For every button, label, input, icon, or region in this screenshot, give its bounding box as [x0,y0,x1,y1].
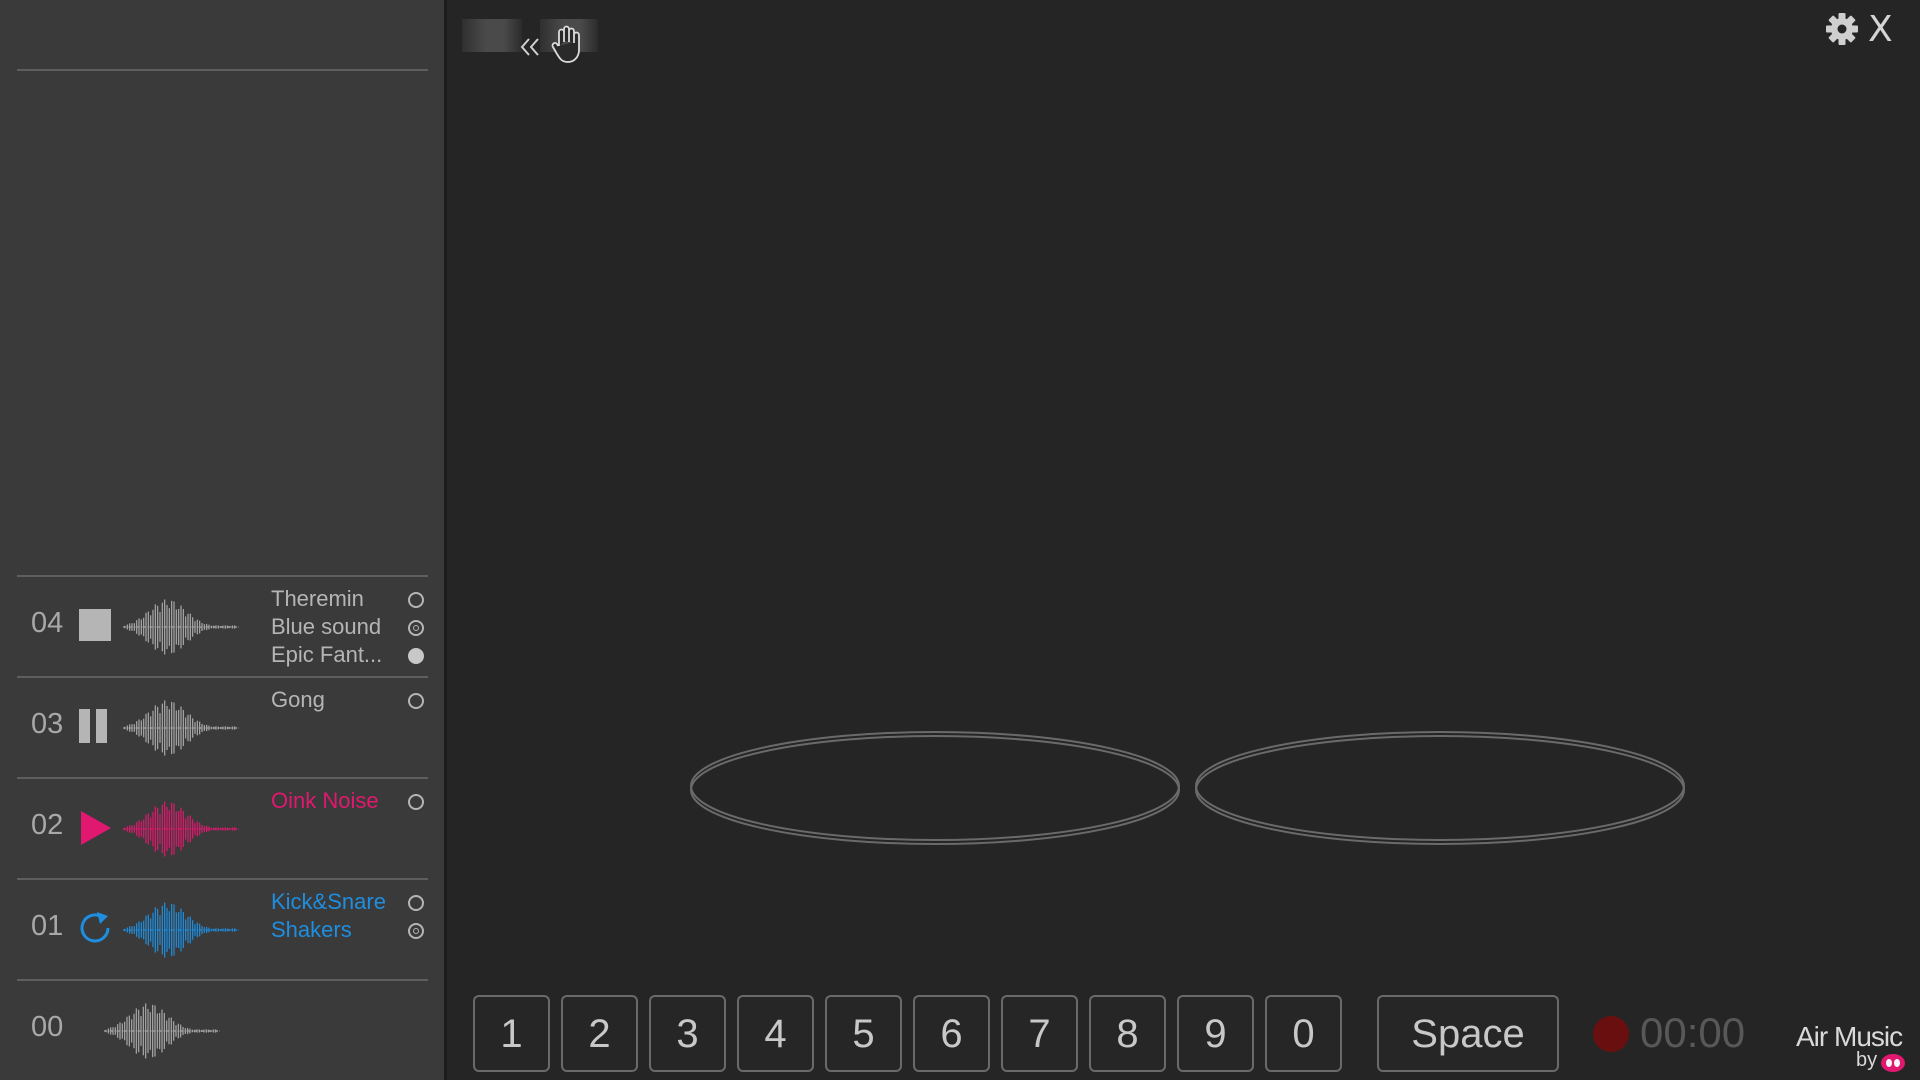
sound-label: Oink Noise [271,788,379,813]
key-3[interactable]: 3 [649,995,726,1072]
key-9[interactable]: 9 [1177,995,1254,1072]
sound-list: Theremin Blue sound Epic Fant... [271,585,424,669]
sound-label: Theremin [271,586,364,611]
track-number: 02 [31,809,64,841]
toolbar-block [462,19,522,52]
sound-list: Kick&Snare Shakers [271,888,424,944]
track-row-04[interactable]: 04 Theremin Blue sound Epic Fant... [17,575,428,676]
sound-radio-empty-icon[interactable] [408,693,424,709]
track-number: 03 [31,708,64,740]
sound-label: Epic Fant... [271,642,383,667]
sound-radio-target-icon[interactable] [408,620,424,636]
waveform-icon [123,700,239,756]
key-8[interactable]: 8 [1089,995,1166,1072]
sound-item-theremin[interactable]: Theremin [271,585,424,613]
sound-item-blue-sound[interactable]: Blue sound [271,613,424,641]
sound-radio-empty-icon[interactable] [408,794,424,810]
sound-label: Shakers [271,917,352,942]
sound-radio-target-icon[interactable] [408,923,424,939]
key-5[interactable]: 5 [825,995,902,1072]
air-music-app: 04 Theremin Blue sound Epic Fant... 03 G… [0,0,1920,1080]
sound-radio-empty-icon[interactable] [408,895,424,911]
key-2[interactable]: 2 [561,995,638,1072]
key-0[interactable]: 0 [1265,995,1342,1072]
sound-label: Blue sound [271,614,382,639]
loop-icon[interactable] [75,908,115,948]
key-4[interactable]: 4 [737,995,814,1072]
sound-item-kick-snare[interactable]: Kick&Snare [271,888,424,916]
record-timer: 00:00 [1640,1009,1746,1056]
sound-radio-filled-icon[interactable] [408,648,424,664]
sidebar-border [444,0,447,1080]
brand-by-text: by [1856,1049,1878,1071]
sound-item-epic-fant[interactable]: Epic Fant... [271,641,424,669]
sound-list: Gong [271,686,424,714]
double-chevron-left-icon[interactable] [517,34,543,60]
gear-icon[interactable] [1825,12,1859,46]
track-sidebar: 04 Theremin Blue sound Epic Fant... 03 G… [0,0,444,1080]
sidebar-divider-line [17,69,428,71]
record-button[interactable] [1593,1016,1629,1052]
waveform-icon [123,801,239,857]
waveform-icon [104,1003,220,1059]
hand-icon[interactable] [548,24,582,64]
key-6[interactable]: 6 [913,995,990,1072]
sound-item-oink-noise[interactable]: Oink Noise [271,787,424,815]
track-number: 01 [31,910,64,942]
track-row-01[interactable]: 01 Kick&Snare Shakers [17,878,428,979]
waveform-icon [123,599,239,655]
pause-icon[interactable] [75,706,115,746]
track-row-03[interactable]: 03 Gong [17,676,428,777]
sound-label: Kick&Snare [271,889,386,914]
track-row-00[interactable]: 00 [17,979,428,1080]
track-list: 04 Theremin Blue sound Epic Fant... 03 G… [17,575,428,1080]
waveform-icon [123,902,239,958]
left-hand-ring [690,731,1180,845]
key-space[interactable]: Space [1377,995,1559,1072]
stop-icon[interactable] [75,605,115,645]
sound-list: Oink Noise [271,787,424,815]
play-icon[interactable] [75,807,115,847]
pig-logo-icon [1881,1054,1905,1072]
key-7[interactable]: 7 [1001,995,1078,1072]
sound-item-shakers[interactable]: Shakers [271,916,424,944]
key-1[interactable]: 1 [473,995,550,1072]
sound-radio-empty-icon[interactable] [408,592,424,608]
right-hand-ring [1195,731,1685,845]
close-button[interactable]: X [1868,10,1893,50]
hand-tracking-area [690,731,1685,845]
track-row-02[interactable]: 02 Oink Noise [17,777,428,878]
track-number: 04 [31,607,64,639]
sound-label: Gong [271,687,325,712]
sound-item-gong[interactable]: Gong [271,686,424,714]
brand-logo-text: Air Music [1796,1021,1903,1052]
track-number: 00 [31,1011,64,1043]
